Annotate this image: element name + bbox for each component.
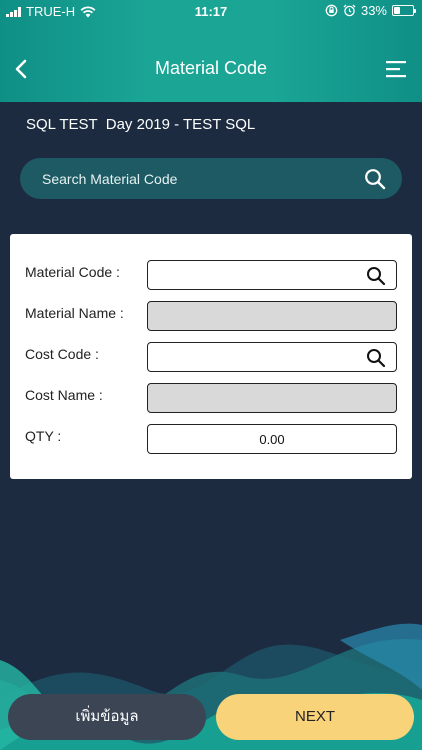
status-right: 33% [325,3,416,18]
add-data-button[interactable]: เพิ่มข้อมูล [8,694,206,740]
cost-name-label: Cost Name : [25,387,103,403]
navigation-bar: Material Code [0,40,422,96]
search-bar[interactable]: Search Material Code [20,158,402,199]
qty-label: QTY : [25,428,62,444]
menu-icon[interactable] [386,60,408,78]
qty-field[interactable]: 0.00 [147,424,397,454]
material-form: Material Code : Material Name : Cost Cod… [10,234,412,479]
page-title: Material Code [154,58,268,78]
cost-code-label: Cost Code : [25,346,99,362]
material-code-field[interactable] [147,260,397,290]
qty-value[interactable]: 0.00 [148,432,396,447]
material-name-label: Material Name : [25,305,124,321]
alarm-icon [343,4,356,17]
next-button[interactable]: NEXT [216,694,414,740]
material-name-field [147,301,397,331]
status-bar: TRUE-H 11:17 33% [0,0,422,24]
search-input[interactable]: Search Material Code [42,171,177,187]
search-icon[interactable] [366,266,386,286]
battery-percent: 33% [360,3,387,18]
search-icon[interactable] [364,168,386,190]
document-subtitle: SQL TEST Day 2019 - TEST SQL [26,116,256,133]
material-code-label: Material Code : [25,264,120,280]
battery-level [394,7,400,14]
rotation-lock-icon [325,4,338,17]
cost-name-field [147,383,397,413]
search-icon[interactable] [366,348,386,368]
cost-code-field[interactable] [147,342,397,372]
battery-icon [392,5,416,16]
